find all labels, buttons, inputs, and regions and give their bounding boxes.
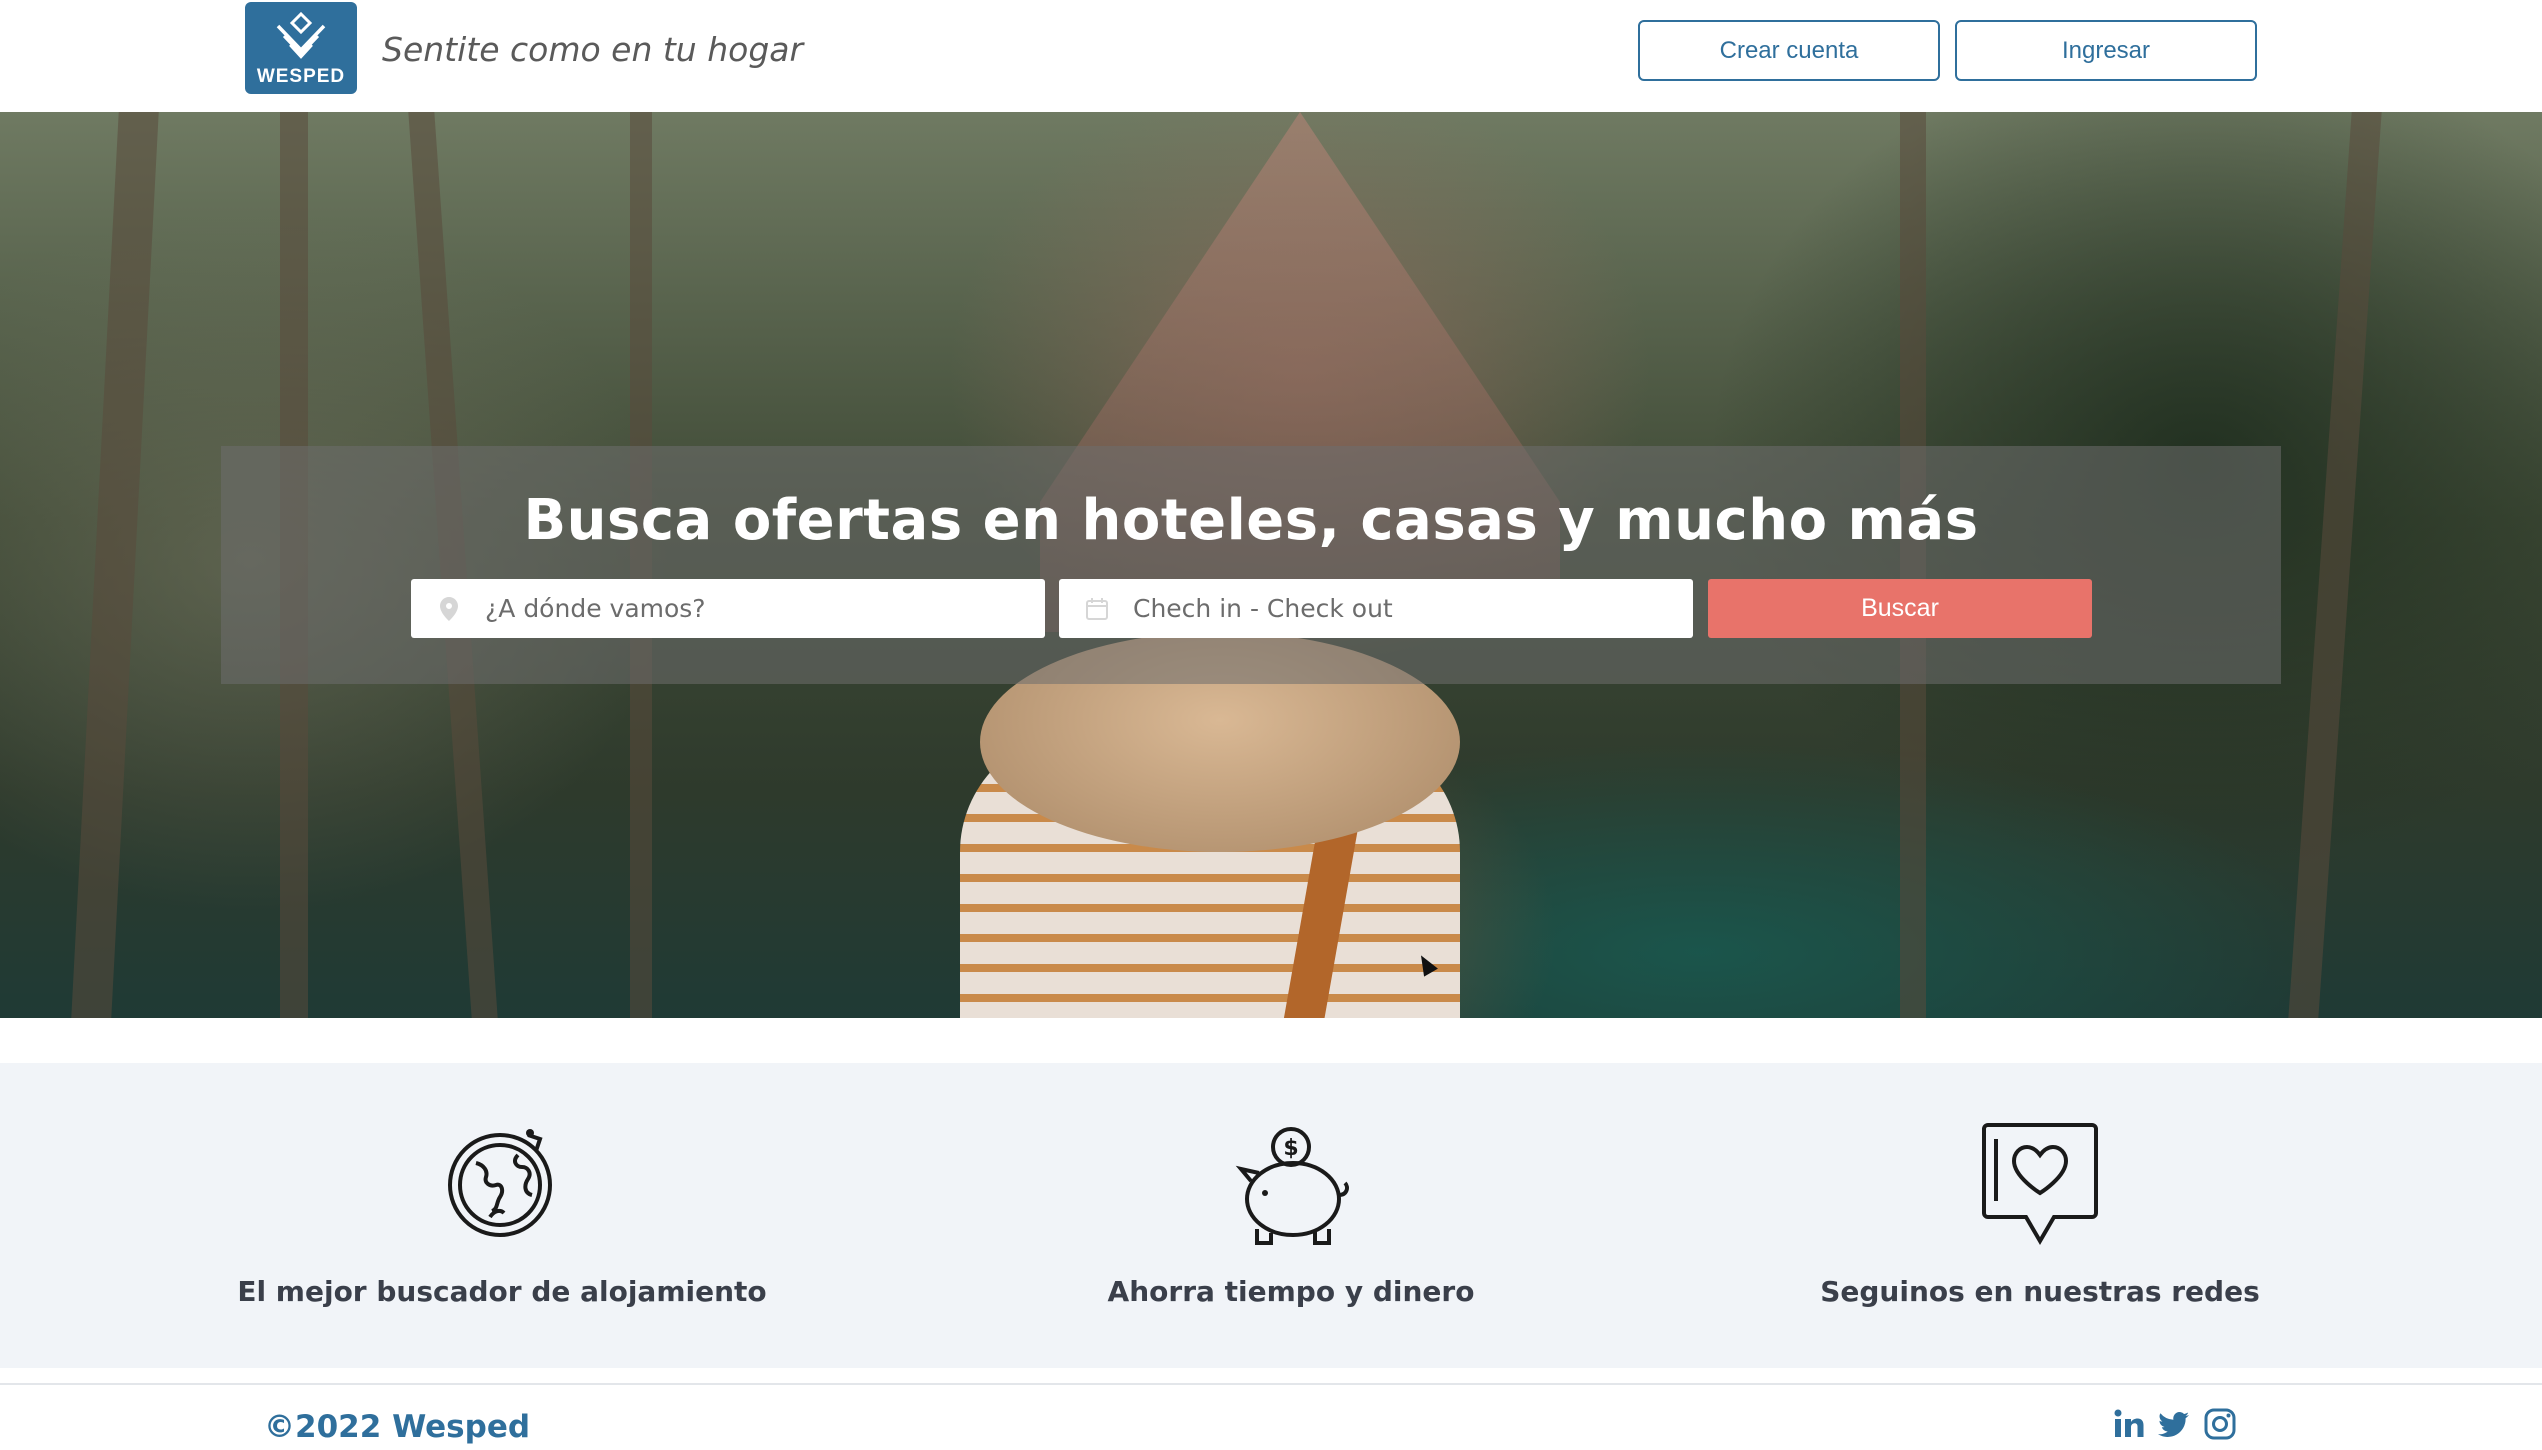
background-palm-trunk — [2288, 112, 2382, 1018]
svg-text:$: $ — [1283, 1136, 1298, 1161]
logo-mark-icon — [276, 12, 326, 59]
create-account-button[interactable]: Crear cuenta — [1638, 20, 1940, 81]
feature-label: Ahorra tiempo y dinero — [1107, 1275, 1475, 1308]
footer: ©2022 Wesped — [0, 1383, 2542, 1450]
feature-item: El mejor buscador de alojamiento — [202, 1063, 802, 1308]
piggy-bank-icon: $ — [1235, 1127, 1349, 1245]
features-section: El mejor buscador de alojamiento $ Ahorr… — [0, 1063, 2542, 1368]
feature-label: El mejor buscador de alojamiento — [237, 1275, 767, 1308]
tagline: Sentite como en tu hogar — [382, 30, 804, 69]
location-pin-icon — [437, 596, 461, 621]
calendar-icon — [1085, 597, 1109, 620]
destination-input[interactable]: ¿A dónde vamos? — [411, 579, 1045, 638]
background-palm-trunk — [71, 112, 159, 1018]
search-title: Busca ofertas en hoteles, casas y mucho … — [523, 488, 1979, 553]
heart-chat-icon — [1982, 1123, 2098, 1245]
logo-text: WESPED — [256, 66, 346, 87]
dates-input[interactable]: Chech in - Check out — [1059, 579, 1693, 638]
hero-banner: Busca ofertas en hoteles, casas y mucho … — [0, 112, 2542, 1018]
login-button[interactable]: Ingresar — [1955, 20, 2257, 81]
feature-label: Seguinos en nuestras redes — [1820, 1275, 2260, 1308]
globe-icon — [448, 1129, 552, 1237]
wesped-logo[interactable]: WESPED — [245, 2, 357, 94]
feature-item: Seguinos en nuestras redes — [1740, 1063, 2340, 1308]
copyright-text: ©2022 Wesped — [264, 1409, 531, 1445]
instagram-icon[interactable] — [2203, 1407, 2237, 1441]
dates-placeholder: Chech in - Check out — [1133, 594, 1393, 623]
linkedin-icon[interactable] — [2112, 1407, 2146, 1441]
search-button[interactable]: Buscar — [1708, 579, 2092, 638]
twitter-icon[interactable] — [2157, 1407, 2191, 1441]
feature-item: $ Ahorra tiempo y dinero — [991, 1063, 1591, 1308]
destination-placeholder: ¿A dónde vamos? — [485, 594, 706, 623]
search-panel: Busca ofertas en hoteles, casas y mucho … — [221, 446, 2281, 684]
header: WESPED Sentite como en tu hogar Crear cu… — [0, 0, 2542, 112]
